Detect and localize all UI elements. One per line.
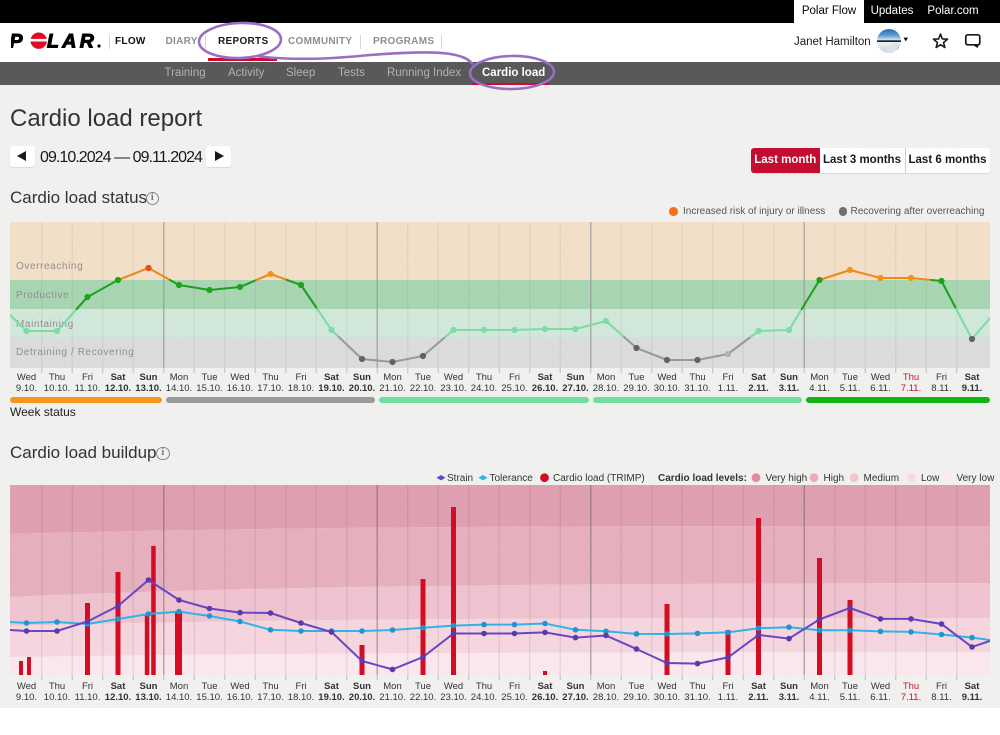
- svg-text:Low: Low: [921, 473, 940, 484]
- svg-text:Very high: Very high: [766, 473, 808, 484]
- svg-text:Cardio load levels:: Cardio load levels:: [658, 473, 747, 484]
- svg-text:Detraining / Recovering: Detraining / Recovering: [16, 347, 134, 358]
- svg-text:High: High: [824, 473, 845, 484]
- svg-text:Medium: Medium: [864, 473, 900, 484]
- svg-text:Overreaching: Overreaching: [16, 261, 83, 272]
- svg-text:Very low: Very low: [957, 473, 996, 484]
- svg-text:Strain: Strain: [447, 473, 473, 484]
- svg-text:Tolerance: Tolerance: [490, 473, 534, 484]
- svg-text:Productive: Productive: [16, 290, 69, 301]
- svg-text:Cardio load (TRIMP): Cardio load (TRIMP): [553, 473, 645, 484]
